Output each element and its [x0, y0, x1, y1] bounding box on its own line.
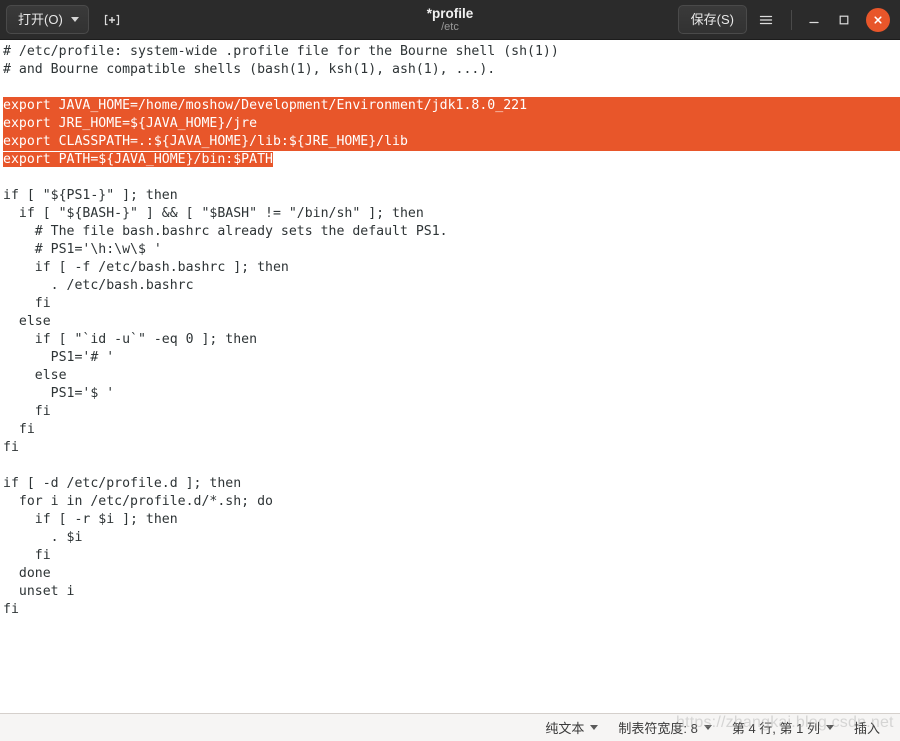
code-line[interactable]: # PS1='\h:\w\$ ' [3, 241, 900, 259]
code-line[interactable]: . /etc/bash.bashrc [3, 277, 900, 295]
code-line[interactable]: # The file bash.bashrc already sets the … [3, 223, 900, 241]
minimize-button[interactable] [800, 6, 828, 34]
close-button[interactable] [866, 7, 890, 32]
chevron-down-icon [703, 725, 712, 730]
code-line[interactable] [3, 169, 900, 187]
code-line[interactable] [3, 79, 900, 97]
code-line[interactable]: PS1='# ' [3, 349, 900, 367]
insert-mode-text: 插入 [853, 721, 880, 736]
save-button[interactable]: 保存(S) [677, 5, 747, 34]
chevron-down-icon [825, 725, 834, 730]
code-line[interactable]: if [ "${BASH-}" ] && [ "$BASH" != "/bin/… [3, 205, 900, 223]
minimize-icon [809, 21, 819, 23]
code-line[interactable]: if [ "${PS1-}" ]; then [3, 187, 900, 205]
code-line[interactable]: # and Bourne compatible shells (bash(1),… [3, 61, 900, 79]
new-document-button[interactable] [95, 5, 129, 35]
hamburger-menu-icon [759, 15, 773, 24]
maximize-button[interactable] [830, 6, 858, 34]
text-editor-area[interactable]: # /etc/profile: system-wide .profile fil… [0, 40, 900, 713]
page-subtitle: /etc [441, 21, 459, 33]
code-line[interactable]: PS1='$ ' [3, 385, 900, 403]
code-line[interactable]: done [3, 565, 900, 583]
syntax-label: 纯文本 [545, 721, 585, 736]
hamburger-menu-button[interactable] [749, 5, 783, 35]
code-line[interactable]: if [ -r $i ]; then [3, 511, 900, 529]
close-icon [874, 15, 882, 24]
chevron-down-icon [590, 725, 599, 730]
selected-text: export PATH=${JAVA_HOME}/bin:$PATH [3, 152, 273, 167]
cursor-position-selector[interactable]: 第 4 行, 第 1 列 [722, 715, 844, 741]
cursor-position-label: 第 4 行, 第 1 列 [731, 721, 820, 736]
code-line[interactable]: fi [3, 601, 900, 619]
save-button-label: 保存(S) [690, 12, 734, 27]
tab-width-label: 制表符宽度: 8 [618, 721, 698, 736]
code-line[interactable]: . $i [3, 529, 900, 547]
code-content[interactable]: # /etc/profile: system-wide .profile fil… [0, 40, 900, 619]
code-line[interactable]: else [3, 367, 900, 385]
code-line[interactable]: export JAVA_HOME=/home/moshow/Developmen… [3, 97, 900, 115]
code-line[interactable]: fi [3, 295, 900, 313]
open-button-label: 打开(O) [18, 12, 63, 27]
code-line[interactable]: unset i [3, 583, 900, 601]
syntax-selector[interactable]: 纯文本 [535, 715, 608, 741]
code-line[interactable]: fi [3, 439, 900, 457]
code-line[interactable]: fi [3, 421, 900, 439]
code-line[interactable]: export CLASSPATH=.:${JAVA_HOME}/lib:${JR… [3, 133, 900, 151]
maximize-icon [839, 15, 849, 24]
new-document-icon [104, 14, 119, 25]
code-line[interactable]: fi [3, 547, 900, 565]
code-line[interactable]: if [ "`id -u`" -eq 0 ]; then [3, 331, 900, 349]
code-line[interactable]: else [3, 313, 900, 331]
header-left-group: 打开(O) [6, 5, 129, 35]
chevron-down-icon [70, 17, 79, 22]
insert-mode-label: 插入 [844, 715, 890, 741]
header-right-group: 保存(S) [677, 5, 894, 35]
code-line[interactable]: export PATH=${JAVA_HOME}/bin:$PATH [3, 151, 900, 169]
status-bar: 纯文本 制表符宽度: 8 第 4 行, 第 1 列 插入 [0, 713, 900, 741]
code-line[interactable]: if [ -d /etc/profile.d ]; then [3, 475, 900, 493]
code-line[interactable]: for i in /etc/profile.d/*.sh; do [3, 493, 900, 511]
header-separator [791, 9, 792, 30]
code-line[interactable]: fi [3, 403, 900, 421]
open-button[interactable]: 打开(O) [6, 5, 89, 34]
tab-width-selector[interactable]: 制表符宽度: 8 [608, 715, 721, 741]
code-line[interactable]: if [ -f /etc/bash.bashrc ]; then [3, 259, 900, 277]
code-line[interactable] [3, 457, 900, 475]
header-bar: 打开(O) *profile /etc 保存(S) [0, 0, 900, 40]
code-line[interactable]: export JRE_HOME=${JAVA_HOME}/jre [3, 115, 900, 133]
code-line[interactable]: # /etc/profile: system-wide .profile fil… [3, 43, 900, 61]
page-title: *profile [426, 6, 474, 21]
